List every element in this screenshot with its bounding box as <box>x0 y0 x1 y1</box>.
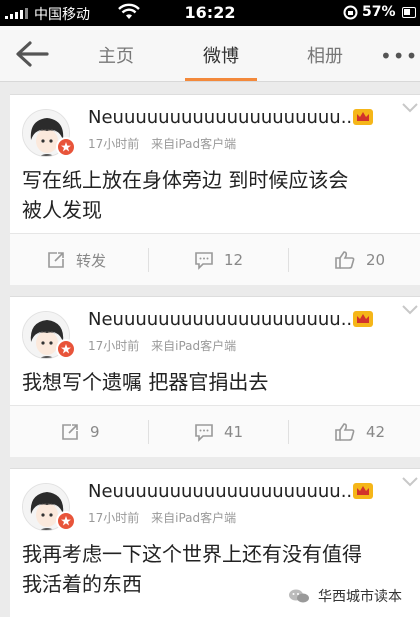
comment-icon <box>195 424 213 442</box>
weibo-post: Neuuuuuuuuuuuuuuuuuuuu... 17小时前 来自iPad客户… <box>10 94 420 285</box>
rotation-lock-icon <box>343 5 358 20</box>
repost-button[interactable]: 9 <box>60 406 100 458</box>
post-text-line: 我想写个遗嘱 把器官捐出去 <box>22 370 269 394</box>
post-source: 来自iPad客户端 <box>151 339 237 353</box>
comment-button[interactable]: 12 <box>194 234 243 286</box>
repost-icon <box>62 424 78 440</box>
repost-icon <box>48 252 64 268</box>
back-arrow-icon[interactable] <box>14 40 50 68</box>
thumbs-up-icon <box>335 423 355 441</box>
post-text-line: 被人发现 <box>22 198 102 222</box>
action-divider <box>148 248 149 272</box>
active-tab-indicator <box>185 78 257 81</box>
post-text: 我想写个遗嘱 把器官捐出去 <box>22 367 412 397</box>
post-text-line: 我再考虑一下这个世界上还有没有值得 <box>22 542 362 566</box>
chevron-down-icon[interactable] <box>400 303 420 317</box>
thumbs-up-icon <box>335 251 355 269</box>
action-divider <box>288 420 289 444</box>
post-time: 17小时前 <box>88 511 140 525</box>
post-text-line: 写在纸上放在身体旁边 到时候应该会 <box>22 168 349 192</box>
post-meta: 17小时前 来自iPad客户端 <box>88 509 236 526</box>
repost-count: 9 <box>90 423 100 441</box>
post-username[interactable]: Neuuuuuuuuuuuuuuuuuuuu... <box>88 481 358 502</box>
post-time: 17小时前 <box>88 339 140 353</box>
action-divider <box>288 248 289 272</box>
post-meta: 17小时前 来自iPad客户端 <box>88 135 236 152</box>
repost-button[interactable]: 转发 <box>46 234 106 286</box>
post-source: 来自iPad客户端 <box>151 137 237 151</box>
like-button[interactable]: 42 <box>334 406 385 458</box>
post-actions: 9 41 42 <box>10 405 420 457</box>
chevron-down-icon[interactable] <box>400 475 420 489</box>
post-text: 写在纸上放在身体旁边 到时候应该会 被人发现 <box>22 165 412 225</box>
like-count: 42 <box>366 423 386 441</box>
battery-percent: 57% <box>362 4 396 20</box>
comment-count: 41 <box>224 423 244 441</box>
member-crown-icon <box>353 109 373 125</box>
nav-bar: 主页 微博 相册 ••• <box>0 26 420 82</box>
chevron-down-icon[interactable] <box>400 101 420 115</box>
action-divider <box>148 420 149 444</box>
post-time: 17小时前 <box>88 137 140 151</box>
more-menu-button[interactable]: ••• <box>380 44 418 68</box>
comment-button[interactable]: 41 <box>194 406 243 458</box>
like-button[interactable]: 20 <box>334 234 385 286</box>
comment-icon <box>195 252 213 270</box>
member-crown-icon <box>353 483 373 499</box>
like-count: 20 <box>366 251 386 269</box>
comment-count: 12 <box>224 251 244 269</box>
post-username[interactable]: Neuuuuuuuuuuuuuuuuuuuu... <box>88 107 358 128</box>
battery-level <box>404 9 410 15</box>
watermark: 华西城市读本 <box>288 585 420 607</box>
status-bar: 中国移动 16:22 57% <box>0 0 420 26</box>
repost-label: 转发 <box>76 251 107 270</box>
watermark-text: 华西城市读本 <box>318 589 402 605</box>
tab-album[interactable]: 相册 <box>285 42 365 68</box>
post-username[interactable]: Neuuuuuuuuuuuuuuuuuuuu... <box>88 309 358 330</box>
post-source: 来自iPad客户端 <box>151 511 237 525</box>
member-crown-icon <box>353 311 373 327</box>
wechat-icon <box>289 589 309 603</box>
post-actions: 转发 12 20 <box>10 233 420 285</box>
battery-icon <box>402 7 416 18</box>
post-meta: 17小时前 来自iPad客户端 <box>88 337 236 354</box>
verified-badge-icon <box>56 339 76 359</box>
tab-home[interactable]: 主页 <box>76 42 156 68</box>
tab-weibo[interactable]: 微博 <box>181 42 261 68</box>
weibo-post: Neuuuuuuuuuuuuuuuuuuuu... 17小时前 来自iPad客户… <box>10 296 420 457</box>
verified-badge-icon <box>56 137 76 157</box>
verified-badge-icon <box>56 511 76 531</box>
